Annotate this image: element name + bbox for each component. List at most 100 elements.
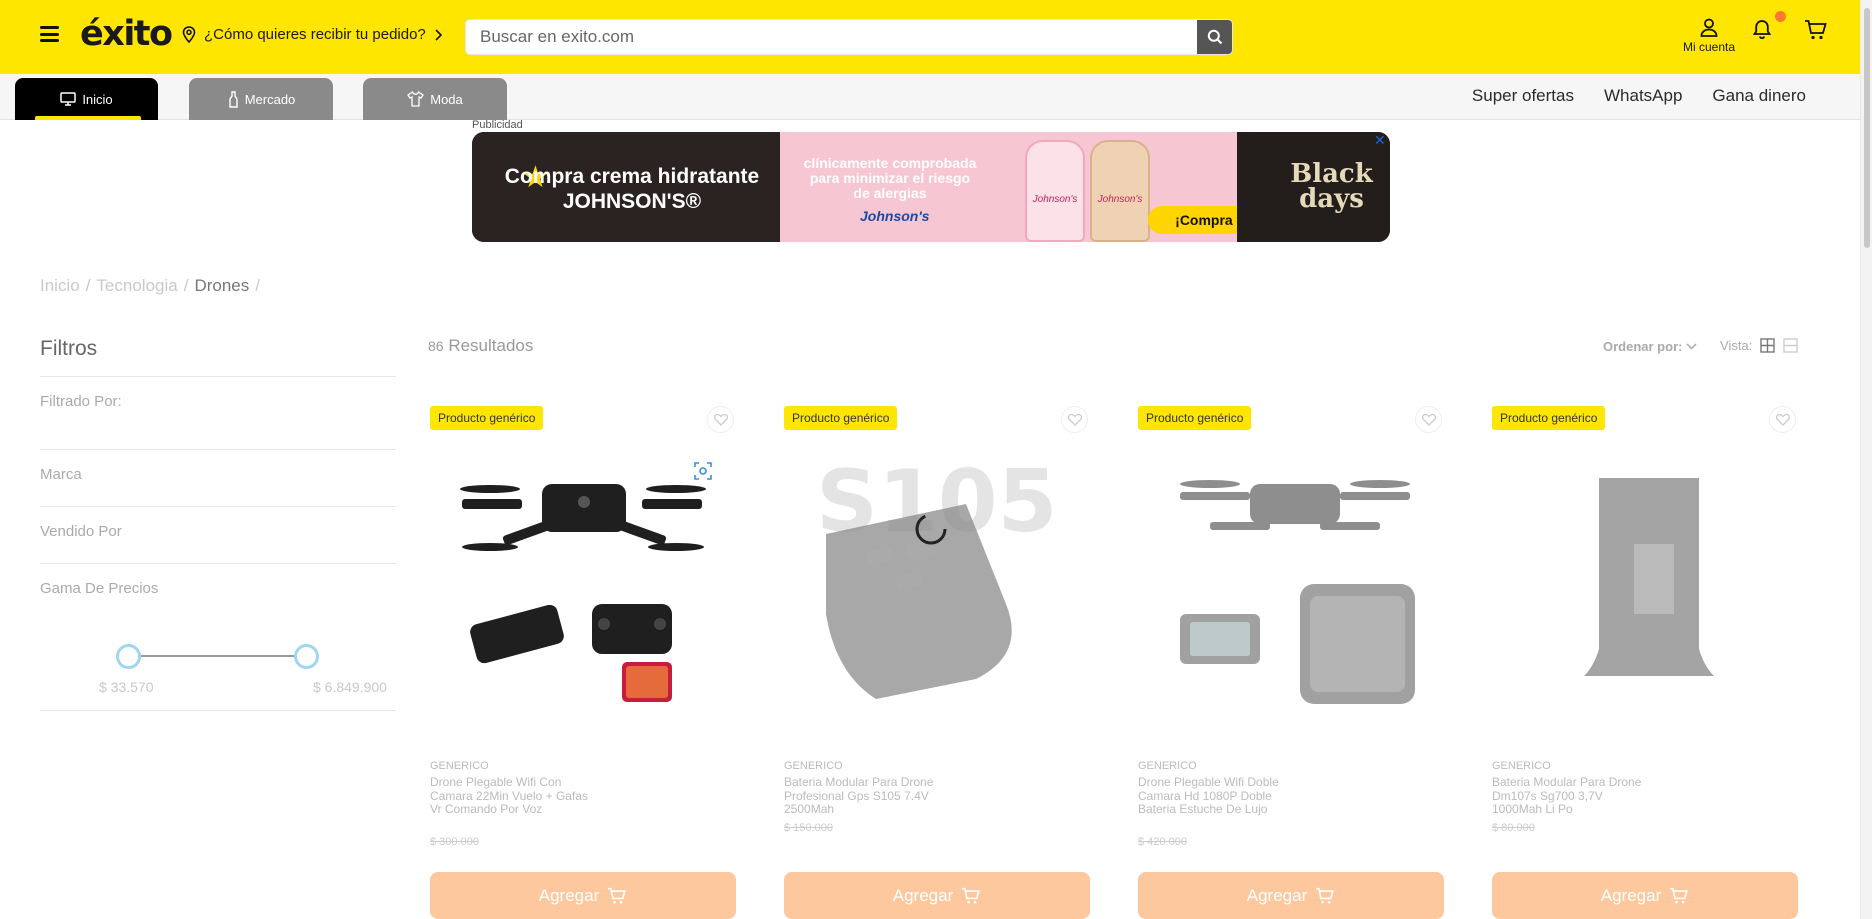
nav-link-super-ofertas[interactable]: Super ofertas — [1472, 86, 1574, 106]
cart-icon — [1670, 887, 1689, 903]
product-brand: GENERICO — [784, 760, 843, 772]
results-count: 86 Resultados — [428, 336, 533, 356]
generic-product-badge: Producto genérico — [1138, 406, 1252, 430]
cart-icon — [962, 887, 981, 903]
ad-claim: clínicamente comprobada para minimizar e… — [803, 155, 977, 201]
breadcrumb-tecnologia[interactable]: Tecnologia — [96, 276, 177, 296]
chevron-down-icon — [1686, 343, 1697, 350]
category-nav: Inicio Mercado Moda Super ofertas WhatsA… — [0, 74, 1860, 120]
product-image-drone — [460, 484, 706, 702]
add-to-cart-button[interactable]: Agregar — [784, 872, 1090, 919]
add-to-cart-button[interactable]: Agregar — [1492, 872, 1798, 919]
product-card[interactable]: Producto genérico GENERICO Bateria Modul… — [1492, 396, 1798, 919]
favorite-button[interactable] — [1769, 406, 1796, 433]
product-image-drone-kit — [1180, 480, 1415, 704]
search-bar — [465, 19, 1233, 55]
ad-left-panel: ★ Compra crema hidratante JOHNSON'S® — [472, 132, 780, 242]
grid-view-icon[interactable] — [1760, 338, 1775, 353]
divider — [40, 449, 396, 450]
product-old-price: $ 300.000 — [430, 836, 479, 848]
product-name[interactable]: Bateria Modular Para Drone Dm107s Sg700 … — [1492, 775, 1652, 817]
scrollbar-thumb[interactable] — [1864, 8, 1870, 248]
price-slider-min-handle[interactable] — [116, 644, 141, 669]
add-to-cart-label: Agregar — [1246, 885, 1308, 905]
tab-inicio[interactable]: Inicio — [15, 78, 158, 120]
sort-dropdown[interactable]: Ordenar por: — [1603, 339, 1697, 354]
product-card[interactable]: Producto genérico S105 GENERICO Bateria … — [784, 396, 1090, 919]
view-toggle: Vista: — [1720, 338, 1798, 353]
product-card[interactable]: Producto genérico GENERICO Drone Plegabl… — [1138, 396, 1444, 919]
product-name[interactable]: Bateria Modular Para Drone Profesional G… — [784, 775, 944, 817]
sort-label: Ordenar por: — [1603, 339, 1683, 354]
price-max-label: $ 6.849.900 — [313, 679, 387, 695]
favorite-button[interactable] — [707, 406, 734, 433]
price-slider-track[interactable] — [128, 655, 306, 657]
tab-mercado[interactable]: Mercado — [189, 78, 333, 120]
menu-icon[interactable] — [40, 26, 59, 42]
filtered-by-label: Filtrado Por: — [40, 393, 122, 410]
product-image-battery — [1584, 478, 1714, 676]
favorite-button[interactable] — [1415, 406, 1442, 433]
search-button[interactable] — [1197, 20, 1232, 54]
location-pin-icon — [182, 26, 196, 43]
monitor-icon — [60, 92, 77, 106]
divider — [40, 376, 396, 377]
add-to-cart-button[interactable]: Agregar — [1138, 872, 1444, 919]
nav-link-whatsapp[interactable]: WhatsApp — [1604, 86, 1682, 106]
price-slider-max-handle[interactable] — [294, 644, 319, 669]
breadcrumb-separator: / — [85, 276, 91, 295]
tab-mercado-label: Mercado — [244, 91, 296, 107]
ad-close-icon[interactable]: ✕ — [1374, 132, 1386, 149]
page-scrollbar[interactable] — [1860, 0, 1872, 919]
ad-right-panel: Black days — [1237, 132, 1390, 242]
divider — [40, 563, 396, 564]
notifications-button[interactable] — [1751, 18, 1773, 45]
favorite-button[interactable] — [1061, 406, 1088, 433]
filter-section-vendido-por[interactable]: Vendido Por — [40, 523, 122, 540]
delivery-location-selector[interactable]: ¿Cómo quieres recibir tu pedido? — [182, 26, 442, 43]
list-view-icon[interactable] — [1783, 338, 1798, 353]
ad-headline: Compra crema hidratante JOHNSON'S® — [504, 165, 760, 213]
filter-section-marca[interactable]: Marca — [40, 466, 82, 483]
active-tab-indicator — [35, 116, 141, 120]
product-brand: GENERICO — [1492, 760, 1551, 772]
tab-inicio-label: Inicio — [82, 91, 113, 107]
tab-moda[interactable]: Moda — [363, 78, 507, 120]
add-to-cart-button[interactable]: Agregar — [430, 872, 736, 919]
shirt-icon — [407, 91, 425, 107]
breadcrumb: Inicio / Tecnologia / Drones / — [40, 276, 260, 296]
zoom-view-icon[interactable] — [694, 462, 712, 480]
results-label: Resultados — [448, 336, 534, 355]
delivery-location-text: ¿Cómo quieres recibir tu pedido? — [204, 26, 426, 43]
notification-badge — [1775, 11, 1786, 22]
filters-title: Filtros — [40, 337, 98, 360]
exito-logo[interactable]: éxito — [80, 14, 173, 54]
breadcrumb-separator: / — [183, 276, 189, 295]
heart-icon — [1067, 413, 1082, 426]
divider — [40, 710, 396, 711]
add-to-cart-label: Agregar — [538, 885, 600, 905]
account-button[interactable]: Mi cuenta — [1676, 18, 1742, 54]
product-brand: GENERICO — [1138, 760, 1197, 772]
add-to-cart-label: Agregar — [892, 885, 954, 905]
cart-icon — [1316, 887, 1335, 903]
heart-icon — [1421, 413, 1436, 426]
add-to-cart-label: Agregar — [1600, 885, 1662, 905]
product-old-price: $ 420.000 — [1138, 836, 1187, 848]
cart-button[interactable] — [1804, 19, 1828, 46]
chevron-right-icon — [435, 28, 442, 41]
nav-link-gana-dinero[interactable]: Gana dinero — [1712, 86, 1806, 106]
cart-icon — [608, 887, 627, 903]
results-number: 86 — [428, 338, 444, 354]
search-input[interactable] — [466, 20, 1198, 54]
heart-icon — [1775, 413, 1790, 426]
view-label: Vista: — [1720, 338, 1753, 353]
product-card[interactable]: Producto genérico GENERICO Drone Plegabl… — [430, 396, 736, 919]
product-name[interactable]: Drone Plegable Wifi Con Camara 22Min Vue… — [430, 775, 590, 817]
breadcrumb-inicio[interactable]: Inicio — [40, 276, 80, 296]
account-label: Mi cuenta — [1682, 40, 1736, 54]
product-name[interactable]: Drone Plegable Wifi Doble Camara Hd 1080… — [1138, 775, 1298, 817]
bottle-label: Johnson's — [1032, 194, 1078, 205]
ad-banner[interactable]: ★ Compra crema hidratante JOHNSON'S® clí… — [472, 132, 1390, 242]
filter-section-price-range[interactable]: Gama De Precios — [40, 580, 158, 597]
